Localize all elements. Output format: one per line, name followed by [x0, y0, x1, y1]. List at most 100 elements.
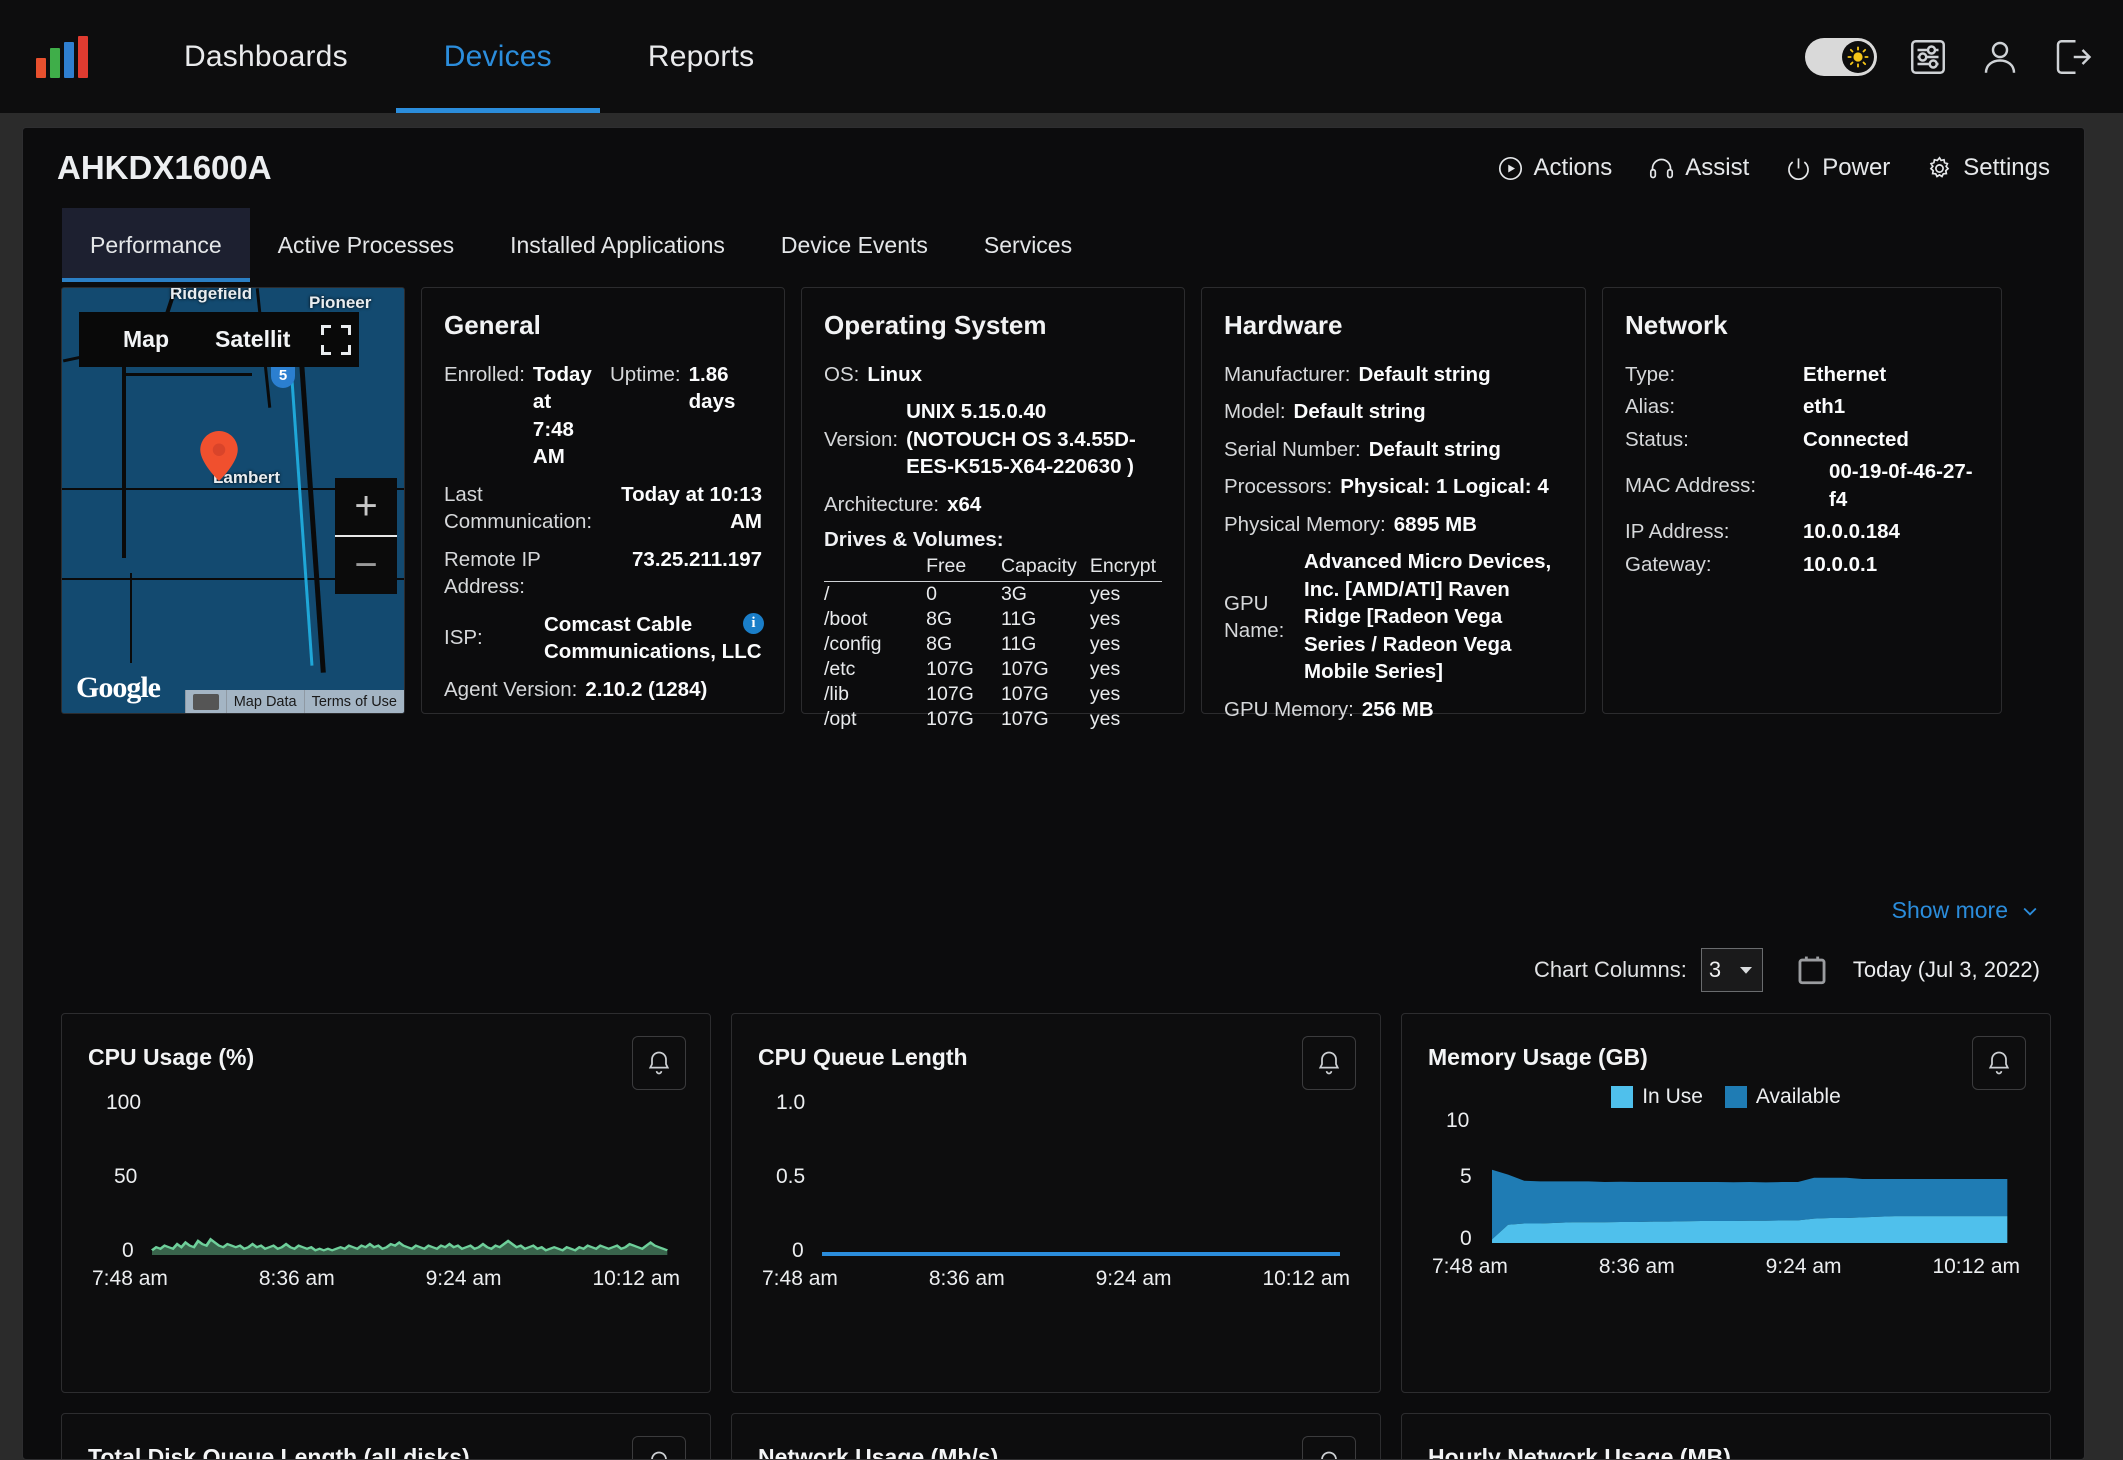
drive-mount: /lib [824, 683, 849, 706]
chart-title: Hourly Network Usage (MB) [1428, 1444, 1731, 1460]
hardware-panel: Hardware Manufacturer: Default string Mod… [1201, 287, 1586, 721]
legend-label: Available [1755, 1085, 1841, 1108]
logout-icon[interactable] [2051, 36, 2093, 78]
x-tick: 7:48 am [1432, 1255, 1508, 1278]
os-version-value: UNIX 5.15.0.40 (NOTOUCH OS 3.4.55D-EES-K… [906, 400, 1136, 479]
tab-label: Services [983, 231, 1073, 258]
drive-capacity: 3G [1000, 583, 1027, 606]
y-tick: 10 [1446, 1109, 1470, 1132]
user-icon[interactable] [1979, 36, 2021, 78]
map-label-ridgefield: Ridgefield [170, 287, 253, 303]
tab-label: Active Processes [277, 231, 455, 258]
map-zoom-controls: + − [335, 478, 397, 594]
drives-header-row: Free Capacity Encrypt [824, 554, 1162, 583]
calendar-icon[interactable] [1795, 953, 1829, 987]
power-button[interactable]: Power [1785, 154, 1890, 182]
settings-button[interactable]: Settings [1926, 154, 2050, 182]
chart-title: Memory Usage (GB) [1428, 1044, 1648, 1070]
legend-item-available[interactable]: Available [1724, 1085, 1841, 1109]
x-tick: 8:36 am [258, 1267, 335, 1290]
general-panel-title: General [444, 310, 541, 340]
chart-columns-select[interactable]: 3 [1700, 948, 1763, 992]
tab-performance[interactable]: Performance [62, 208, 250, 282]
chart-legend: In Use Available [1428, 1085, 2024, 1109]
drive-capacity: 11G [1000, 608, 1037, 631]
os-label: OS: [824, 363, 860, 386]
keyboard-shortcuts-icon[interactable] [184, 690, 226, 713]
net-type-value: Ethernet [1803, 363, 1887, 386]
sliders-icon[interactable] [1907, 36, 1949, 78]
drive-mount: /boot [824, 608, 868, 631]
map-data-link[interactable]: Map Data [225, 690, 304, 713]
last-communication-value: Today at 10:13 AM [621, 482, 762, 534]
bell-icon [648, 1051, 670, 1075]
table-row: /boot 8G 11G yes [824, 607, 1162, 632]
plot-area: 100 50 0 7:48 am 8:36 am 9:24 am 10:12 a… [88, 1091, 684, 1290]
model-value: Default string [1293, 400, 1426, 424]
map-type-map-button[interactable]: Map [123, 326, 169, 353]
chart-network-usage: Network Usage (Mb/s) Sent Received 1.0 [731, 1413, 1381, 1459]
nav-item-dashboards[interactable]: Dashboards [136, 0, 396, 113]
net-alias-label: Alias: [1625, 395, 1676, 419]
map-zoom-in-button[interactable]: + [335, 478, 397, 537]
nav-item-devices[interactable]: Devices [395, 0, 600, 113]
tab-services[interactable]: Services [956, 208, 1100, 282]
tab-installed-applications[interactable]: Installed Applications [482, 208, 753, 282]
drive-capacity: 107G [1000, 683, 1049, 706]
drive-capacity: 11G [1000, 633, 1037, 656]
chart-controls: Chart Columns: 3 Today (Jul 3, 2022) [1534, 948, 2040, 992]
actions-button[interactable]: Actions [1497, 154, 1612, 182]
alert-bell-button[interactable] [632, 1036, 686, 1090]
alert-bell-button[interactable] [1972, 1036, 2026, 1090]
table-row: /config 8G 11G yes [824, 632, 1162, 657]
drives-col-free: Free [926, 554, 1001, 583]
drive-capacity: 107G [1000, 708, 1049, 731]
chart-columns-value: 3 [1708, 957, 1722, 982]
legend-swatch [1724, 1086, 1747, 1108]
y-tick: 0.5 [776, 1165, 806, 1188]
nav-label: Devices [443, 39, 552, 73]
assist-button[interactable]: Assist [1648, 154, 1749, 182]
isp-label: ISP: [444, 626, 483, 650]
date-range-label[interactable]: Today (Jul 3, 2022) [1853, 957, 2040, 983]
tab-device-events[interactable]: Device Events [753, 208, 956, 282]
alert-bell-button[interactable] [1302, 1036, 1356, 1090]
alert-bell-button[interactable] [1302, 1436, 1356, 1459]
nav-item-reports[interactable]: Reports [600, 0, 802, 113]
plot-area: 1.0 0.5 0 7:48 am 8:36 am 9:24 am 10:12 … [758, 1091, 1354, 1290]
device-tabs: Performance Active Processes Installed A… [23, 208, 2084, 282]
show-more-button[interactable]: Show more [1892, 897, 2040, 924]
map-type-satellite-button[interactable]: Satellit [215, 326, 290, 353]
chevron-down-icon [1739, 967, 1752, 974]
network-panel: Network Type: Ethernet Alias: eth1 Status:… [1602, 287, 2002, 714]
tab-label: Installed Applications [510, 231, 725, 258]
last-communication-label: Last Communication: [444, 482, 593, 534]
highway-number: 5 [278, 366, 288, 384]
x-axis-ticks: 7:48 am 8:36 am 9:24 am 10:12 am [1428, 1255, 2024, 1279]
x-tick: 10:12 am [592, 1267, 680, 1290]
map-zoom-out-button[interactable]: − [335, 537, 397, 594]
physical-memory-label: Physical Memory: [1224, 512, 1386, 536]
info-icon[interactable]: i [743, 612, 764, 634]
theme-toggle-sun-icon[interactable] [1805, 37, 1877, 76]
chart-columns-label: Chart Columns: [1534, 957, 1687, 982]
tab-active-processes[interactable]: Active Processes [250, 208, 482, 282]
chart-title: Total Disk Queue Length (all disks) [88, 1444, 470, 1460]
alert-bell-button[interactable] [632, 1436, 686, 1459]
y-tick: 100 [106, 1091, 142, 1114]
drive-encrypt: yes [1089, 633, 1121, 656]
gpu-memory-label: GPU Memory: [1224, 697, 1354, 721]
fullscreen-icon[interactable] [321, 325, 351, 355]
bar-chart-logo[interactable] [36, 35, 96, 78]
terms-of-use-link[interactable]: Terms of Use [303, 690, 404, 713]
device-location-map[interactable]: Ridgefield Pioneer Lambert 5 Map Satelli… [61, 287, 405, 714]
net-status-value: Connected [1803, 427, 1909, 451]
y-tick: 1.0 [776, 1091, 806, 1114]
device-header-actions: Actions Assist Power Settings [1497, 154, 2050, 182]
legend-item-in-use[interactable]: In Use [1611, 1085, 1703, 1109]
chart-cpu-queue-length: CPU Queue Length 1.0 0.5 0 7:48 am 8:36 … [731, 1013, 1381, 1393]
drive-free: 107G [926, 658, 974, 681]
legend-swatch [1611, 1086, 1634, 1108]
device-location-pin-icon[interactable] [200, 431, 238, 481]
os-panel-title: Operating System [824, 310, 1047, 340]
